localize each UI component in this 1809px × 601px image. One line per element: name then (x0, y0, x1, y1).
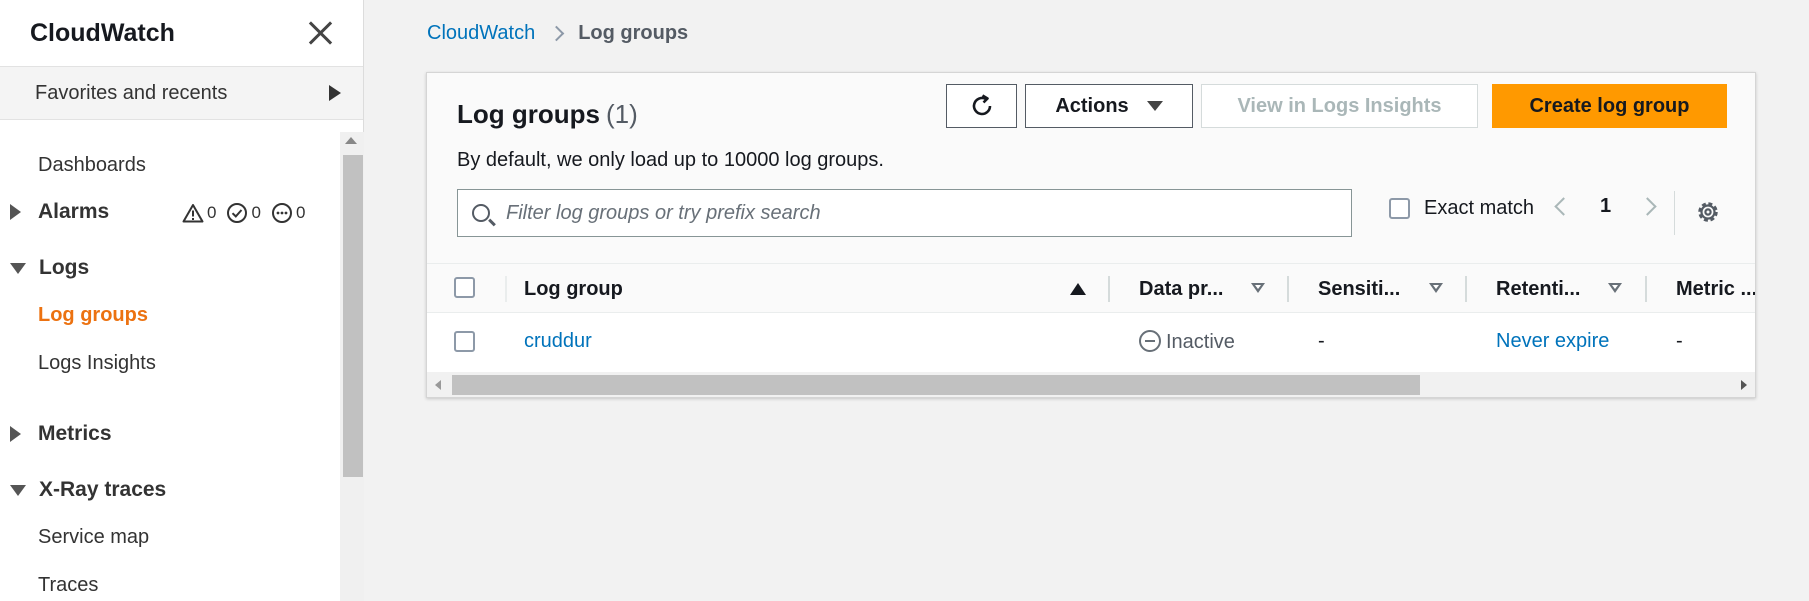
chevron-left-icon[interactable] (1554, 197, 1573, 216)
pagination: 1 (1554, 195, 1657, 218)
exact-match-label: Exact match (1424, 197, 1535, 219)
search-input[interactable]: Filter log groups or try prefix search (457, 189, 1352, 237)
sort-icon[interactable] (1608, 283, 1622, 293)
sidebar-item-service-map[interactable]: Service map (38, 526, 149, 549)
sidebar-item-logs-insights[interactable]: Logs Insights (38, 352, 156, 375)
sidebar-section-metrics[interactable]: Metrics (10, 422, 112, 446)
alarm-count-value: 0 (251, 203, 261, 222)
column-divider[interactable] (1287, 276, 1289, 302)
refresh-icon (972, 94, 991, 116)
favorites-and-recents[interactable]: Favorites and recents (0, 67, 363, 120)
search-icon (472, 204, 490, 222)
view-in-logs-insights-button[interactable]: View in Logs Insights (1201, 84, 1478, 128)
data-protection-status: Inactive (1139, 330, 1235, 354)
breadcrumb-current: Log groups (578, 22, 689, 44)
breadcrumb: CloudWatch Log groups (427, 22, 688, 45)
check-circle-icon (227, 203, 248, 223)
sidebar-section-alarms[interactable]: Alarms (10, 200, 109, 224)
warning-icon (182, 204, 204, 223)
alarm-count-insufficient[interactable]: 0 (271, 202, 305, 224)
select-all-checkbox[interactable] (454, 277, 475, 298)
panel-count: (1) (605, 99, 638, 129)
scroll-left-icon[interactable] (435, 380, 441, 390)
sidebar-title: CloudWatch (30, 18, 175, 47)
caret-down-icon (10, 262, 26, 274)
column-divider[interactable] (1645, 276, 1647, 302)
column-header-sensitive[interactable]: Sensiti... (1318, 278, 1400, 301)
ellipsis-circle-icon (271, 203, 292, 223)
caret-right-icon (329, 85, 341, 101)
sensitive-value: - (1318, 330, 1325, 352)
sidebar-nav: Dashboards Alarms 0 0 0 Logs Log groups … (0, 132, 340, 601)
sidebar-section-label: Alarms (38, 200, 110, 223)
gear-icon[interactable] (1695, 199, 1721, 225)
sidebar-section-label: X-Ray traces (39, 478, 167, 501)
sidebar-header: CloudWatch (0, 0, 363, 67)
caret-right-icon (10, 204, 21, 220)
refresh-button[interactable] (946, 84, 1017, 128)
sidebar-section-label: Logs (39, 256, 90, 279)
caret-right-icon (10, 426, 21, 442)
sidebar-scrollbar-thumb[interactable] (343, 155, 363, 477)
close-icon[interactable] (307, 20, 333, 46)
retention-link[interactable]: Never expire (1496, 330, 1609, 353)
metric-value: - (1676, 330, 1683, 352)
row-checkbox[interactable] (454, 331, 475, 352)
sort-icon[interactable] (1251, 283, 1265, 293)
caret-down-icon (10, 484, 26, 496)
sidebar-section-logs[interactable]: Logs (10, 256, 89, 280)
column-divider[interactable] (1108, 276, 1110, 302)
sort-icon[interactable] (1429, 283, 1443, 293)
panel-title-text: Log groups (457, 99, 600, 129)
create-log-group-button[interactable]: Create log group (1492, 84, 1727, 128)
table-row: cruddur Inactive - Never expire - (427, 313, 1755, 371)
divider (1674, 191, 1675, 235)
sidebar: CloudWatch Favorites and recents Dashboa… (0, 0, 364, 601)
caret-down-icon (1146, 101, 1163, 111)
column-header-data-protection[interactable]: Data pr... (1139, 278, 1223, 301)
page-title: Log groups (1) (457, 99, 638, 130)
exact-match-checkbox[interactable]: Exact match (1389, 197, 1534, 220)
data-protection-value: Inactive (1166, 331, 1235, 353)
panel-header: Log groups (1) By default, we only load u… (427, 73, 1755, 263)
sidebar-section-label: Metrics (38, 422, 112, 445)
panel-description: By default, we only load up to 10000 log… (457, 149, 884, 171)
actions-label: Actions (1055, 94, 1129, 117)
alarm-count-in-alarm[interactable]: 0 (182, 203, 216, 223)
alarm-count-ok[interactable]: 0 (226, 202, 261, 224)
sort-ascending-icon[interactable] (1070, 283, 1086, 295)
breadcrumb-cloudwatch[interactable]: CloudWatch (427, 22, 535, 45)
log-group-link[interactable]: cruddur (524, 330, 592, 353)
search-placeholder: Filter log groups or try prefix search (506, 201, 821, 224)
scroll-up-icon[interactable] (345, 137, 357, 144)
column-divider[interactable] (1465, 276, 1467, 302)
column-header-retention[interactable]: Retenti... (1496, 278, 1580, 301)
table-header: Log group Data pr... Sensiti... Retenti.… (427, 263, 1755, 313)
sidebar-item-log-groups[interactable]: Log groups (38, 304, 148, 327)
column-divider (505, 276, 507, 302)
alarm-count-value: 0 (207, 203, 217, 222)
table-scrollbar-thumb[interactable] (452, 375, 1420, 395)
sidebar-section-xray[interactable]: X-Ray traces (10, 478, 166, 502)
chevron-right-icon (548, 25, 565, 42)
favorites-label: Favorites and recents (35, 81, 228, 104)
sidebar-item-traces[interactable]: Traces (38, 574, 98, 597)
exact-match-box[interactable] (1389, 198, 1410, 219)
page-number[interactable]: 1 (1600, 195, 1611, 218)
chevron-right-icon[interactable] (1638, 197, 1657, 216)
alarm-counts: 0 0 0 (182, 202, 305, 224)
actions-button[interactable]: Actions (1025, 84, 1193, 128)
log-groups-panel: Log groups (1) By default, we only load u… (426, 72, 1756, 398)
table-horizontal-scrollbar[interactable] (427, 372, 1755, 397)
inactive-status-icon (1139, 330, 1161, 352)
alarm-count-value: 0 (295, 203, 306, 222)
sidebar-item-dashboards[interactable]: Dashboards (38, 154, 146, 177)
column-header-metric[interactable]: Metric ... (1676, 278, 1755, 301)
scroll-right-icon[interactable] (1741, 380, 1747, 390)
column-header-log-group[interactable]: Log group (524, 278, 623, 301)
